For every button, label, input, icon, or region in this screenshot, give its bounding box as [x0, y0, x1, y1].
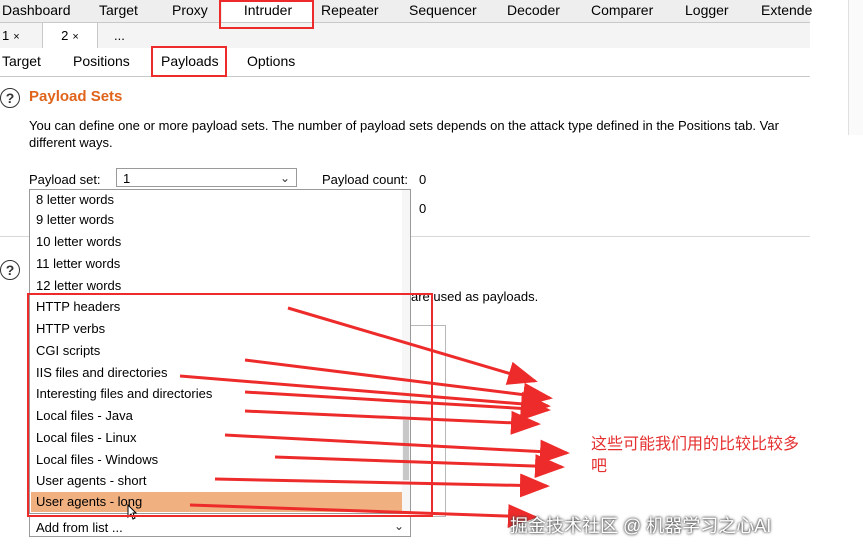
arrow [244, 409, 541, 435]
watermark: 掘金技术社区 @ 机器学习之心AI [510, 516, 772, 536]
arrow [274, 454, 565, 479]
arrow [224, 433, 570, 464]
arrow [214, 473, 550, 498]
annotation-text: 这些可能我们用的比较比较多吧 [591, 436, 800, 475]
arrow [189, 503, 538, 529]
